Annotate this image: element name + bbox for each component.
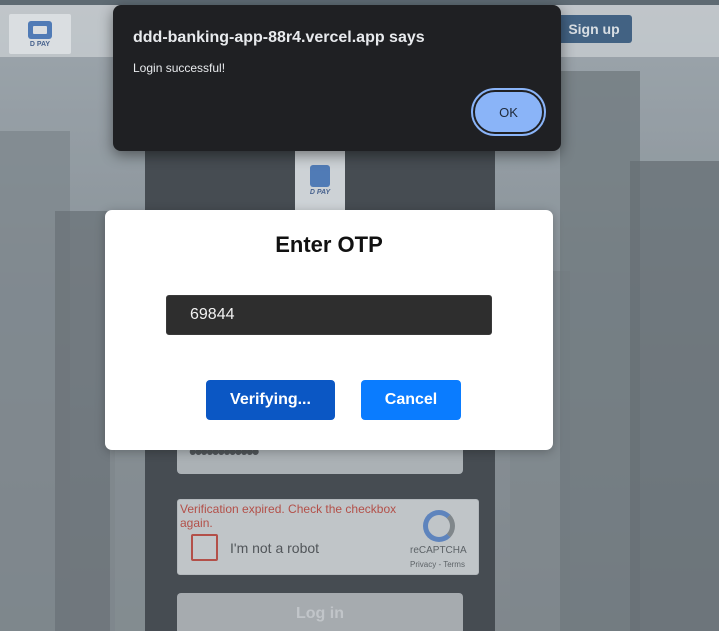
verify-button[interactable]: Verifying... xyxy=(206,380,335,420)
cancel-button[interactable]: Cancel xyxy=(361,380,461,420)
browser-alert-dialog: ddd-banking-app-88r4.vercel.app says Log… xyxy=(113,5,561,151)
otp-modal: Enter OTP Verifying... Cancel xyxy=(105,210,553,450)
alert-ok-button[interactable]: OK xyxy=(471,88,546,136)
alert-message: Login successful! xyxy=(133,61,226,75)
alert-title: ddd-banking-app-88r4.vercel.app says xyxy=(133,29,425,46)
otp-input[interactable] xyxy=(166,295,492,335)
otp-title: Enter OTP xyxy=(275,232,383,257)
